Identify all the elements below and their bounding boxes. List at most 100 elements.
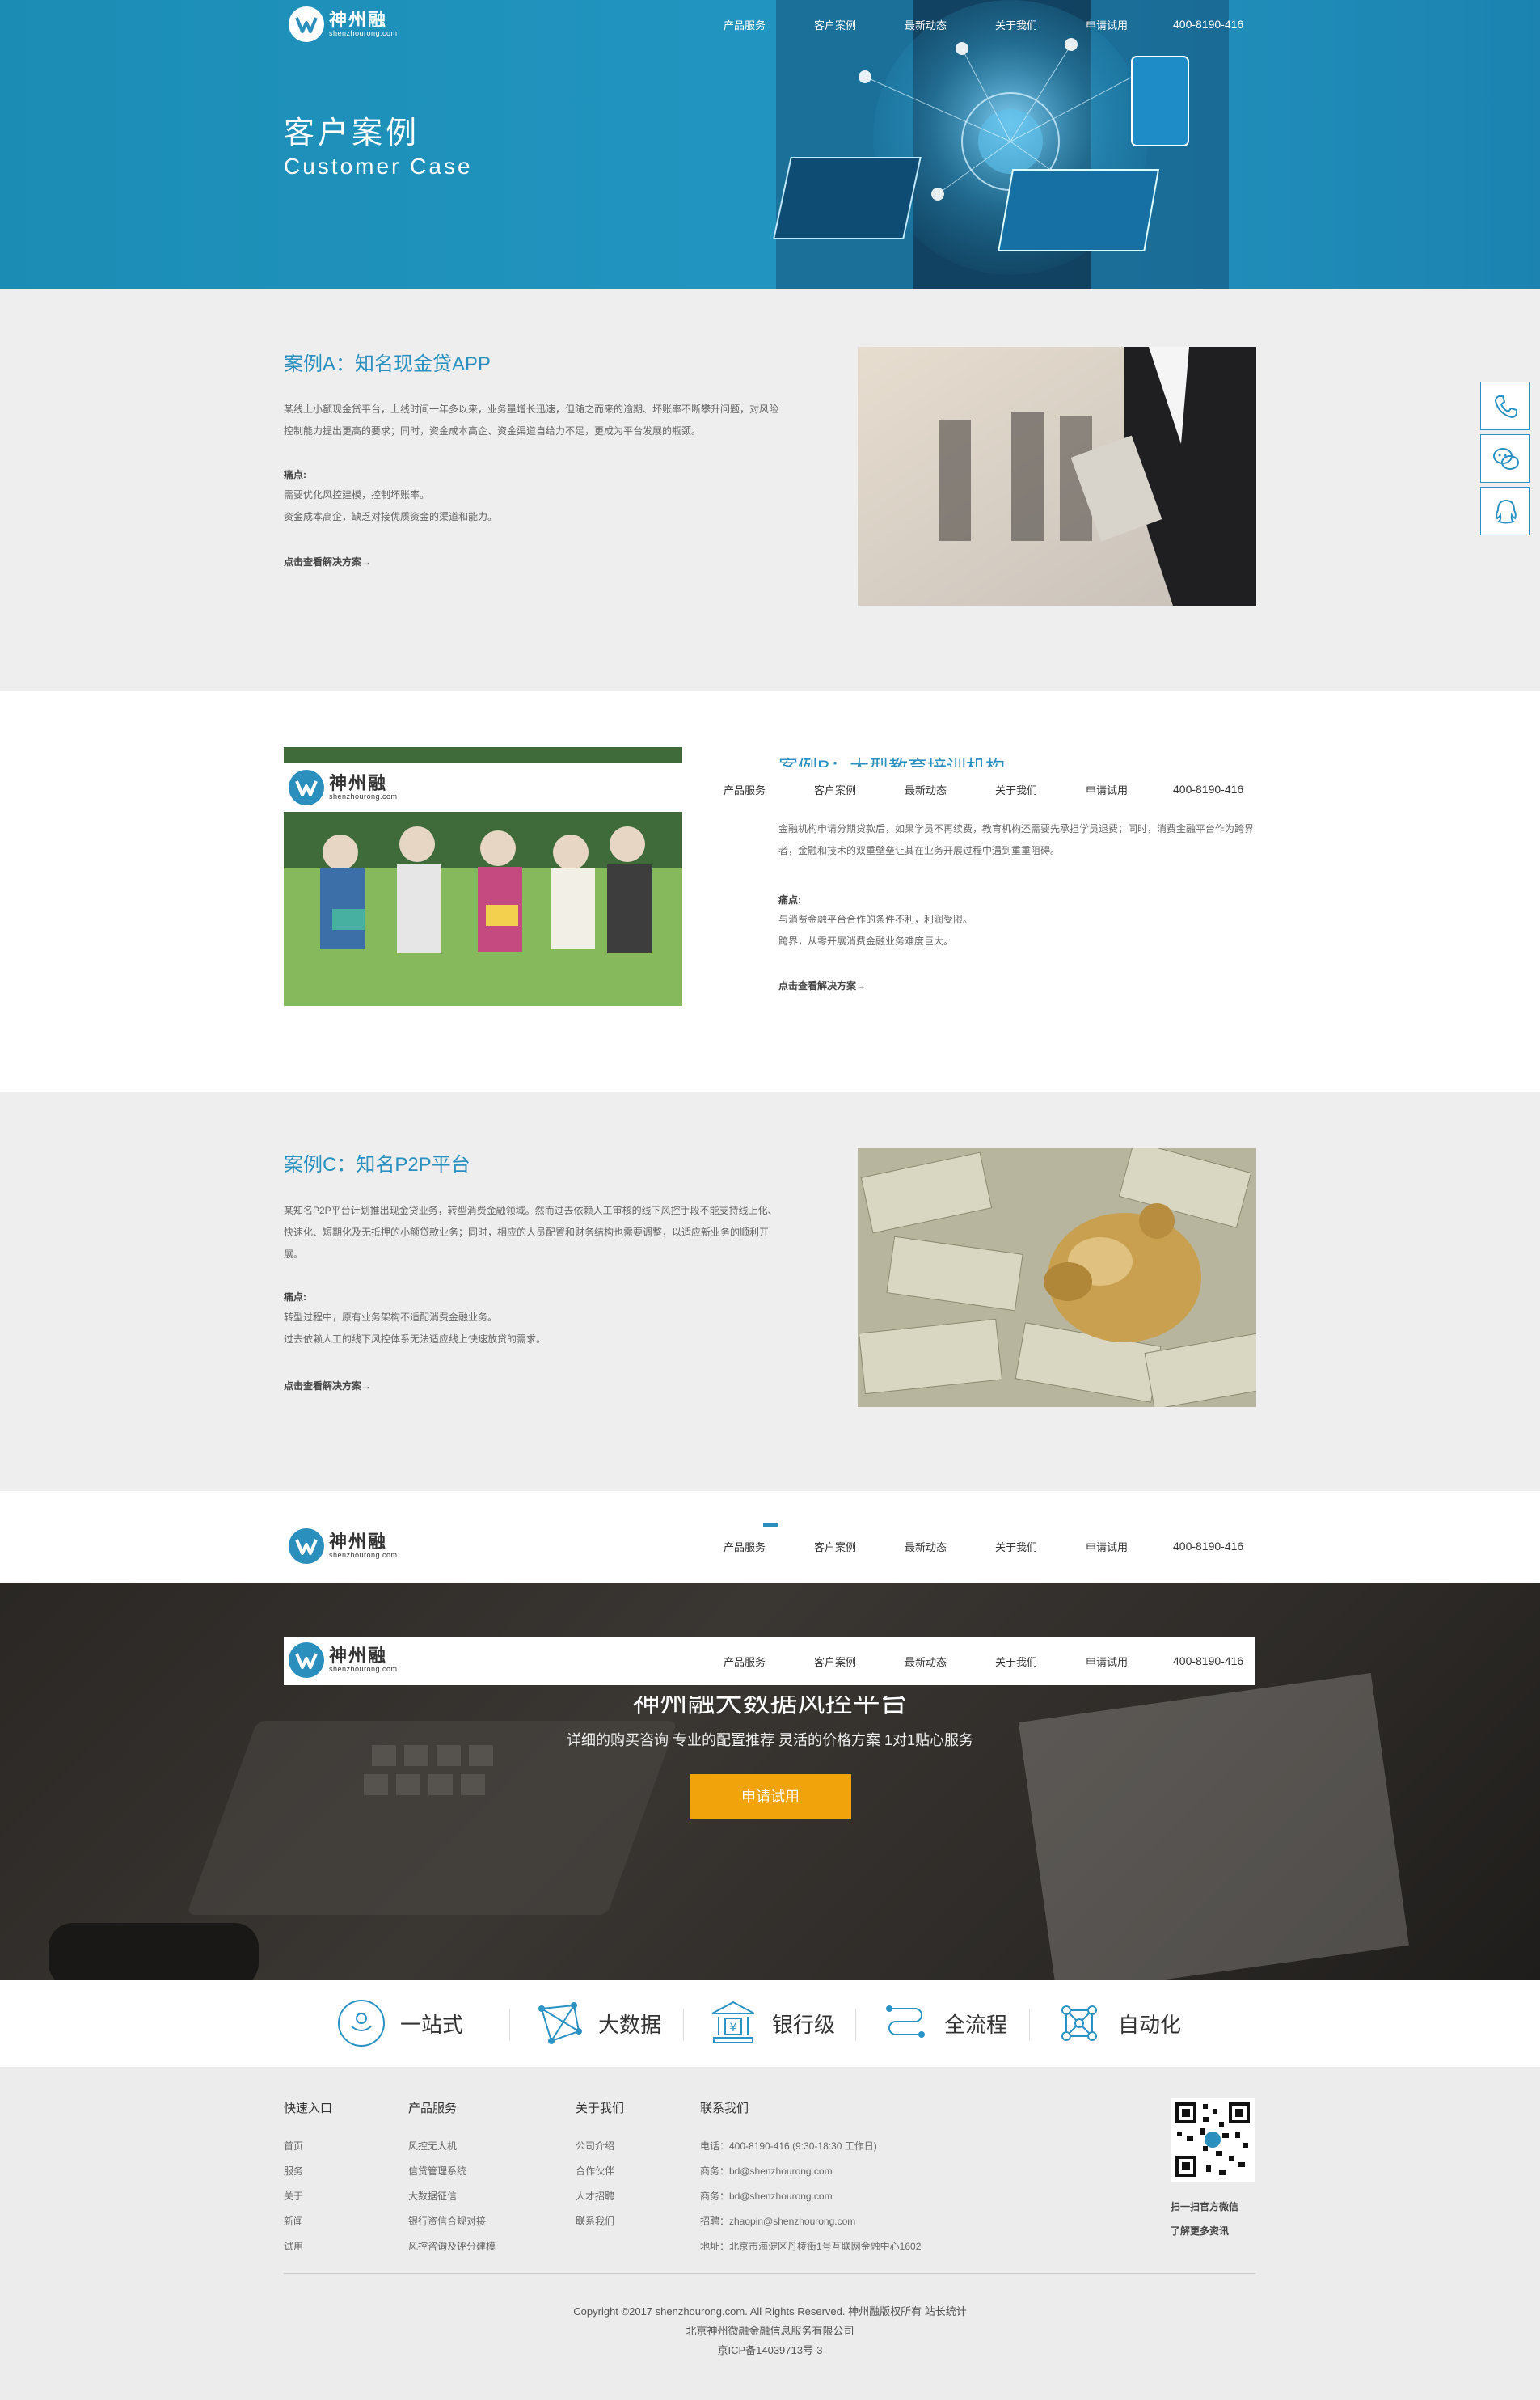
footer-link[interactable]: 公司介绍 bbox=[576, 2134, 624, 2159]
footer-link[interactable]: 试用 bbox=[284, 2234, 332, 2259]
sticky-header-area: 神州融 shenzhourong.com 产品服务 客户案例 最新动态 关于我们… bbox=[0, 1491, 1540, 1583]
feature-full-process: 全流程 bbox=[880, 1997, 1007, 2049]
case-b-desc: 金融机构申请分期贷款后，如果学员不再续费，教育机构还需要先承担学员退费；同时，消… bbox=[778, 823, 1255, 856]
feature-label: 大数据 bbox=[598, 2013, 662, 2038]
contact-email[interactable]: 招聘：zhaopin@shenzhourong.com bbox=[700, 2209, 921, 2234]
footer-link[interactable]: 银行资信合规对接 bbox=[408, 2209, 496, 2234]
footer-link[interactable]: 人才招聘 bbox=[576, 2184, 624, 2209]
footer-link[interactable]: 新闻 bbox=[284, 2209, 332, 2234]
case-b-pain-title: 痛点: bbox=[778, 894, 801, 906]
divider bbox=[683, 2009, 684, 2041]
footer-col-products: 产品服务 风控无人机 信贷管理系统 大数据征信 银行资信合规对接 风控咨询及评分… bbox=[408, 2099, 496, 2259]
divider bbox=[855, 2009, 856, 2041]
nav-phone: 400-8190-416 bbox=[1173, 783, 1244, 796]
contact-phone: 电话：400-8190-416 (9:30-18:30 工作日) bbox=[700, 2140, 877, 2152]
nav-item-cases[interactable]: 客户案例 bbox=[814, 1654, 905, 1669]
footer-link[interactable]: 关于 bbox=[284, 2184, 332, 2209]
side-phone-button[interactable] bbox=[1480, 382, 1530, 430]
footer-link[interactable]: 合作伙伴 bbox=[576, 2159, 624, 2184]
nav-item-trial[interactable]: 申请试用 bbox=[1086, 17, 1176, 32]
case-b-more-link[interactable]: 点击查看解决方案→ bbox=[778, 978, 866, 992]
nav-phone: 400-8190-416 bbox=[1173, 1540, 1244, 1553]
feature-automation: 自动化 bbox=[1053, 1997, 1181, 2049]
feature-strip: 一站式 大数据 ¥ 银行级 全流程 自动化 bbox=[0, 1980, 1540, 2067]
case-a-more-link[interactable]: 点击查看解决方案→ bbox=[284, 555, 371, 568]
feature-one-stop: 一站式 bbox=[335, 1997, 463, 2049]
cta-banner: 神州融 shenzhourong.com 产品服务 客户案例 最新动态 关于我们… bbox=[0, 1583, 1540, 1980]
nav-item-news[interactable]: 最新动态 bbox=[905, 1654, 995, 1669]
qq-icon bbox=[1496, 499, 1517, 524]
nav-item-products[interactable]: 产品服务 bbox=[724, 1539, 814, 1554]
footer-link[interactable]: 联系我们 bbox=[576, 2209, 624, 2234]
footer-divider bbox=[284, 2273, 1255, 2274]
case-a-pain-1: 需要优化风控建模，控制坏账率。 bbox=[284, 489, 430, 501]
feature-label: 一站式 bbox=[400, 2013, 464, 2038]
side-qq-button[interactable] bbox=[1480, 487, 1530, 535]
nav-item-trial[interactable]: 申请试用 bbox=[1086, 782, 1176, 797]
nav-item-trial[interactable]: 申请试用 bbox=[1086, 1654, 1176, 1669]
one-stop-icon bbox=[338, 2000, 385, 2047]
case-b-pain-1: 与消费金融平台合作的条件不利，利润受限。 bbox=[778, 914, 973, 925]
top-nav: 产品服务 客户案例 最新动态 关于我们 申请试用 400-8190-416 bbox=[284, 0, 1255, 49]
footer-link[interactable]: 信贷管理系统 bbox=[408, 2159, 496, 2184]
case-section-c: 案例C：知名P2P平台 某知名P2P平台计划推出现金贷业务，转型消费金融领域。然… bbox=[0, 1092, 1540, 1491]
case-c-pain-1: 转型过程中，原有业务架构不适配消费金融业务。 bbox=[284, 1312, 498, 1323]
feature-label: 自动化 bbox=[1118, 2013, 1182, 2038]
case-c-desc: 某知名P2P平台计划推出现金贷业务，转型消费金融领域。然而过去依赖人工审核的线下… bbox=[284, 1205, 778, 1260]
nav-phone: 400-8190-416 bbox=[1173, 18, 1244, 31]
contact-address: 地址：北京市海淀区丹棱街1号互联网金融中心1602 bbox=[700, 2241, 922, 2252]
apply-trial-button[interactable]: 申请试用 bbox=[690, 1774, 851, 1819]
page-title: 客户案例 bbox=[284, 115, 420, 150]
nav-item-cases[interactable]: 客户案例 bbox=[814, 782, 905, 797]
wechat-qr-code bbox=[1171, 2098, 1255, 2182]
nav-item-about[interactable]: 关于我们 bbox=[995, 782, 1086, 797]
nav-item-products[interactable]: 产品服务 bbox=[724, 782, 814, 797]
contact-email[interactable]: 商务：bd@shenzhourong.com bbox=[700, 2184, 921, 2209]
nav-item-about[interactable]: 关于我们 bbox=[995, 1654, 1086, 1669]
divider bbox=[1029, 2009, 1030, 2041]
feature-big-data: 大数据 bbox=[534, 1997, 661, 2049]
case-c-image bbox=[858, 1148, 1256, 1407]
nav-item-trial[interactable]: 申请试用 bbox=[1086, 1539, 1176, 1554]
case-a-image bbox=[858, 347, 1256, 606]
footer-link[interactable]: 风控咨询及评分建模 bbox=[408, 2234, 496, 2259]
contact-email[interactable]: 商务：bd@shenzhourong.com bbox=[700, 2159, 921, 2184]
footer: 快速入口 首页 服务 关于 新闻 试用 产品服务 风控无人机 信贷管理系统 大数… bbox=[0, 2067, 1540, 2400]
company-name: 北京神州微融金融信息服务有限公司 bbox=[686, 2325, 854, 2337]
side-wechat-button[interactable] bbox=[1480, 434, 1530, 483]
case-c-pain-title: 痛点: bbox=[284, 1291, 306, 1303]
nav-item-news[interactable]: 最新动态 bbox=[905, 17, 995, 32]
hero-banner: 神州融 shenzhourong.com 产品服务 客户案例 最新动态 关于我们… bbox=[0, 0, 1540, 289]
footer-col-about: 关于我们 公司介绍 合作伙伴 人才招聘 联系我们 bbox=[576, 2099, 624, 2234]
footer-link[interactable]: 风控无人机 bbox=[408, 2134, 496, 2159]
feature-label: 银行级 bbox=[772, 2013, 836, 2038]
nav-item-products[interactable]: 产品服务 bbox=[724, 17, 814, 32]
footer-col-title: 关于我们 bbox=[576, 2102, 625, 2115]
case-c-title: 案例C：知名P2P平台 bbox=[284, 1154, 470, 1176]
nav-item-cases[interactable]: 客户案例 bbox=[814, 17, 905, 32]
nav-item-about[interactable]: 关于我们 bbox=[995, 1539, 1086, 1554]
nav-item-news[interactable]: 最新动态 bbox=[905, 1539, 995, 1554]
feature-bank-grade: ¥ 银行级 bbox=[707, 1997, 835, 2049]
footer-link[interactable]: 首页 bbox=[284, 2134, 332, 2159]
case-a-pain-2: 资金成本高企，缺乏对接优质资金的渠道和能力。 bbox=[284, 511, 498, 522]
nav-item-products[interactable]: 产品服务 bbox=[724, 1654, 814, 1669]
copyright: Copyright ©2017 shenzhourong.com. All Ri… bbox=[573, 2305, 967, 2318]
footer-link[interactable]: 服务 bbox=[284, 2159, 332, 2184]
automation-icon bbox=[1061, 2005, 1097, 2041]
case-section-b: 神州融 shenzhourong.com 案例B：大型教育培训机构 产品服务 客… bbox=[0, 691, 1540, 1092]
overlay-nav: 产品服务 客户案例 最新动态 关于我们 申请试用 400-8190-416 bbox=[284, 765, 1255, 813]
footer-link[interactable]: 大数据征信 bbox=[408, 2184, 496, 2209]
nav-item-cases[interactable]: 客户案例 bbox=[814, 1539, 905, 1554]
phone-icon bbox=[1494, 395, 1517, 419]
case-c-more-link[interactable]: 点击查看解决方案→ bbox=[284, 1379, 371, 1392]
nav-item-about[interactable]: 关于我们 bbox=[995, 17, 1086, 32]
cta-subtitle: 详细的购买咨询 专业的配置推荐 灵活的价格方案 1对1贴心服务 bbox=[566, 1732, 974, 1748]
network-icon bbox=[538, 2002, 582, 2044]
case-a-desc: 某线上小额现金贷平台，上线时间一年多以来，业务量增长迅速，但随之而来的逾期、坏账… bbox=[284, 404, 779, 437]
bank-icon: ¥ bbox=[711, 2001, 755, 2043]
footer-col-title: 产品服务 bbox=[408, 2102, 458, 2115]
footer-col-contact: 联系我们 电话：400-8190-416 (9:30-18:30 工作日) 商务… bbox=[700, 2099, 921, 2259]
case-a-title: 案例A：知名现金贷APP bbox=[284, 353, 492, 375]
nav-item-news[interactable]: 最新动态 bbox=[905, 782, 995, 797]
